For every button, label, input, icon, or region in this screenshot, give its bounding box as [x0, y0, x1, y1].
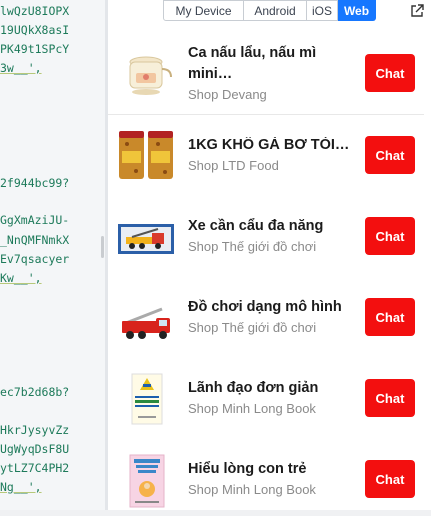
product-title: 1KG KHÔ GÀ BƠ TỎI…: [188, 137, 350, 153]
tab-android[interactable]: Android: [244, 0, 307, 21]
code-line: Kw__',: [0, 271, 42, 285]
code-line: ec7b2d68b?: [0, 385, 70, 399]
crane-truck-icon: [118, 224, 174, 254]
shop-name: Shop Minh Long Book: [188, 482, 316, 497]
shop-name: Shop Minh Long Book: [188, 401, 316, 416]
code-line: PK49t1SPcY: [0, 42, 70, 56]
chat-button[interactable]: Chat: [365, 298, 415, 336]
code-line: _NnQMFNmkX: [0, 233, 70, 247]
list-item[interactable]: Xe cần cẩu đa năng Shop Thế giới đồ chơi…: [108, 196, 424, 278]
shop-name: Shop Thế giới đồ chơi: [188, 239, 317, 254]
device-tabs: My Device Android iOS Web: [108, 0, 431, 22]
external-link-icon[interactable]: [408, 2, 426, 20]
chat-button[interactable]: Chat: [365, 54, 415, 92]
code-line: lwQzU8IOPX: [0, 4, 70, 18]
preview-panel: My Device Android iOS Web Ca nấu lẩu, nấ…: [108, 0, 431, 516]
code-line: UgWyqDsF8U: [0, 442, 70, 456]
book-cover-icon: [129, 454, 165, 508]
code-editor: lwQzU8IOPX 19UQkX8asI PK49t1SPcY 3w__', …: [0, 0, 105, 516]
bottom-toolbar-edge: [0, 510, 431, 516]
product-title: Ca nấu lẩu, nấu mì: [188, 45, 317, 61]
code-line: GgXmAziJU-: [0, 213, 70, 227]
tab-web[interactable]: Web: [338, 0, 376, 21]
chat-button[interactable]: Chat: [365, 217, 415, 255]
list-item[interactable]: Lãnh đạo đơn giản Shop Minh Long Book Ch…: [108, 358, 424, 440]
shop-name: Shop Devang: [188, 87, 267, 102]
book-cover-icon: [131, 373, 163, 425]
code-line: 3w__',: [0, 61, 42, 75]
chat-button[interactable]: Chat: [365, 379, 415, 417]
shop-name: Shop Thế giới đồ chơi: [188, 320, 317, 335]
code-line: HkrJysyvZz: [0, 423, 70, 437]
resize-handle[interactable]: [101, 236, 104, 258]
tab-my-device[interactable]: My Device: [163, 0, 244, 21]
product-title: Đồ chơi dạng mô hình: [188, 299, 342, 315]
product-title: Xe cần cẩu đa năng: [188, 218, 324, 234]
code-line: Ev7qsacyer: [0, 252, 70, 266]
product-title-cont: mini…: [188, 66, 233, 82]
chat-button[interactable]: Chat: [365, 460, 415, 498]
code-line: ytLZ7C4PH2: [0, 461, 70, 475]
list-item[interactable]: Hiểu lòng con trẻ Shop Minh Long Book Ch…: [108, 439, 424, 516]
fire-truck-icon: [122, 307, 170, 339]
list-item[interactable]: Ca nấu lẩu, nấu mì mini… Shop Devang Cha…: [108, 33, 424, 115]
list-item[interactable]: 1KG KHÔ GÀ BƠ TỎI… Shop LTD Food Chat: [108, 115, 424, 197]
chat-button[interactable]: Chat: [365, 136, 415, 174]
code-line: 2f944bc99?: [0, 176, 70, 190]
code-line: 19UQkX8asI: [0, 23, 70, 37]
cooker-icon: [118, 47, 174, 103]
shop-name: Shop LTD Food: [188, 158, 279, 173]
list-item[interactable]: Đồ chơi dạng mô hình Shop Thế giới đồ ch…: [108, 277, 424, 359]
code-line: Ng__',: [0, 480, 42, 494]
product-title: Hiểu lòng con trẻ: [188, 461, 307, 477]
tab-ios[interactable]: iOS: [307, 0, 338, 21]
product-title: Lãnh đạo đơn giản: [188, 380, 319, 396]
snack-jars-icon: [119, 131, 173, 179]
